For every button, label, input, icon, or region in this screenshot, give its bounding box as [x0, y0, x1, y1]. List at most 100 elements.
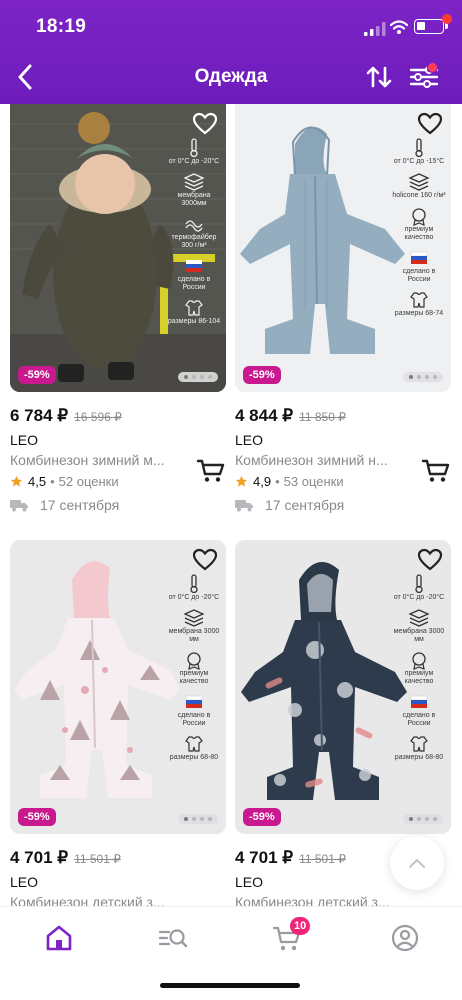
premium-badge-icon — [412, 652, 426, 670]
feature-temperature: от 0°C до -20°C — [394, 574, 444, 602]
price: 4 844 ₽ — [235, 406, 294, 425]
product-card[interactable]: от 0°C до -20°C мембрана 3000мм термофай… — [10, 104, 230, 513]
layers-icon — [183, 609, 205, 627]
onesie-icon — [185, 736, 203, 752]
price: 4 701 ₽ — [235, 848, 294, 867]
brand: LEO — [10, 874, 39, 890]
russia-flag-icon — [185, 695, 203, 708]
russia-flag-icon — [410, 695, 428, 708]
favorite-heart-icon[interactable] — [192, 112, 218, 136]
discount-badge: -59% — [243, 366, 281, 384]
feature-membrane: мембрана 3000мм — [166, 172, 222, 208]
scroll-to-top-button[interactable] — [390, 836, 444, 890]
brand: LEO — [10, 432, 39, 448]
product-card[interactable]: от 0°C до -20°C мембрана 3000 мм премиум… — [10, 540, 230, 906]
feature-quality: премиум качество — [391, 650, 447, 686]
add-to-cart-button[interactable] — [421, 458, 451, 484]
price-row: 4 701 ₽ 11 501 ₽ — [10, 848, 230, 868]
feature-temperature: от 0°C до -20°C — [169, 138, 219, 166]
nav-bar: Одежда — [0, 54, 462, 104]
old-price: 11 850 ₽ — [299, 410, 346, 424]
russia-flag-icon — [186, 260, 202, 272]
feature-quality: премиум качество — [391, 206, 447, 242]
app-header: 18:19 Одежда — [0, 0, 462, 104]
feature-temperature: от 0°C до -20°C — [169, 574, 219, 602]
screen: 18:19 Одежда от 0°C до -20°C мембрана 30… — [0, 0, 462, 1000]
onesie-icon — [185, 300, 203, 316]
rating-value: 4,5 — [28, 474, 47, 489]
image-pager-dots — [403, 372, 443, 382]
wifi-icon — [390, 20, 408, 34]
feature-made-in-russia: сделано в России — [391, 692, 447, 728]
layers-icon — [408, 609, 430, 627]
truck-icon — [10, 500, 28, 512]
favorite-heart-icon[interactable] — [417, 112, 443, 136]
add-to-cart-button[interactable] — [196, 458, 226, 484]
feature-filler: holicone 160 г/м² — [392, 172, 446, 200]
price-row: 4 844 ₽ 11 850 ₽ — [235, 406, 455, 426]
reviews-count: 52 оценки — [58, 474, 119, 489]
product-image[interactable]: от 0°C до -20°C мембрана 3000мм термофай… — [10, 104, 226, 392]
chevron-up-icon — [409, 859, 425, 868]
feature-made-in-russia: сделано в России — [166, 256, 222, 292]
favorite-heart-icon[interactable] — [192, 548, 218, 572]
price: 6 784 ₽ — [10, 406, 69, 425]
feature-sizes: размеры 68-80 — [395, 734, 443, 762]
status-bar: 18:19 — [0, 0, 462, 54]
price: 4 701 ₽ — [10, 848, 69, 867]
delivery-row: 17 сентября — [10, 497, 230, 513]
product-card[interactable]: от 0°C до -15°C holicone 160 г/м² премиу… — [235, 104, 455, 513]
catalog-search-icon[interactable] — [158, 923, 188, 953]
battery-icon — [414, 14, 452, 34]
feature-membrane: мембрана 3000 мм — [391, 608, 447, 644]
old-price: 11 501 ₽ — [74, 852, 121, 866]
feature-list: от 0°C до -20°C мембрана 3000 мм премиум… — [166, 574, 222, 768]
product-name[interactable]: Комбинезон детский з... — [10, 894, 182, 906]
product-name[interactable]: Комбинезон детский з... — [235, 894, 407, 906]
product-name[interactable]: Комбинезон зимний н... — [235, 452, 407, 468]
product-image[interactable]: от 0°C до -20°C мембрана 3000 мм премиум… — [10, 540, 226, 834]
home-icon[interactable] — [44, 923, 74, 953]
old-price: 16 596 ₽ — [74, 410, 122, 424]
fiber-icon — [185, 220, 203, 232]
sort-button[interactable] — [364, 62, 394, 92]
feature-list: от 0°C до -20°C мембрана 3000мм термофай… — [166, 138, 222, 332]
favorite-heart-icon[interactable] — [417, 548, 443, 572]
feature-membrane: мембрана 3000 мм — [166, 608, 222, 644]
truck-icon — [235, 500, 253, 512]
premium-badge-icon — [187, 652, 201, 670]
rating-value: 4,9 — [253, 474, 272, 489]
status-time: 18:19 — [36, 16, 87, 37]
home-indicator — [160, 983, 300, 988]
layers-icon — [408, 173, 430, 191]
image-pager-dots — [403, 814, 443, 824]
profile-icon[interactable] — [390, 923, 420, 953]
filter-active-indicator — [427, 62, 438, 73]
delivery-date: 17 сентября — [265, 497, 345, 513]
onesie-icon — [410, 736, 428, 752]
product-name[interactable]: Комбинезон зимний м... — [10, 452, 182, 468]
feature-sizes: размеры 68-80 — [170, 734, 218, 762]
discount-badge: -59% — [243, 808, 281, 826]
thermometer-icon — [190, 574, 198, 594]
cart-count-badge: 10 — [290, 917, 311, 935]
product-grid: от 0°C до -20°C мембрана 3000мм термофай… — [0, 104, 462, 906]
reviews-count: 53 оценки — [283, 474, 344, 489]
image-pager-dots — [178, 814, 218, 824]
feature-sizes: размеры 68-74 — [395, 290, 443, 318]
star-icon — [235, 475, 248, 487]
feature-made-in-russia: сделано в России — [391, 248, 447, 284]
feature-quality: премиум качество — [166, 650, 222, 686]
thermometer-icon — [415, 574, 423, 594]
reviews-separator: • — [275, 474, 280, 489]
signal-icon — [364, 22, 386, 36]
feature-temperature: от 0°C до -15°C — [394, 138, 444, 166]
feature-list: от 0°C до -20°C мембрана 3000 мм премиум… — [391, 574, 447, 768]
product-image[interactable]: от 0°C до -20°C мембрана 3000 мм премиум… — [235, 540, 451, 834]
image-pager-dots — [178, 372, 218, 382]
brand: LEO — [235, 432, 264, 448]
discount-badge: -59% — [18, 808, 56, 826]
layers-icon — [183, 173, 205, 191]
thermometer-icon — [190, 138, 198, 158]
product-image[interactable]: от 0°C до -15°C holicone 160 г/м² премиу… — [235, 104, 451, 392]
